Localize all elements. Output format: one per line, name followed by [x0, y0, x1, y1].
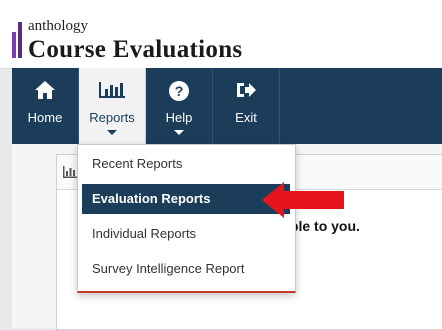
bar-chart-icon — [97, 80, 127, 105]
brand-name: anthology — [28, 18, 88, 34]
pointer-arrow-icon — [262, 182, 344, 218]
svg-text:?: ? — [175, 83, 184, 99]
logo-mark-bar — [12, 32, 16, 58]
logo-mark-bar — [18, 22, 22, 58]
nav-label: Home — [27, 110, 63, 125]
nav-label: Help — [165, 110, 193, 125]
main-navbar: Home Reports ? Help Exit — [12, 68, 442, 144]
nav-home[interactable]: Home — [12, 68, 79, 144]
menu-item-survey-intelligence-report[interactable]: Survey Intelligence Report — [82, 254, 290, 284]
menu-item-recent-reports[interactable]: Recent Reports — [82, 149, 290, 179]
nav-help[interactable]: ? Help — [146, 68, 213, 144]
bar-chart-icon — [63, 165, 77, 183]
top-header: anthology Course Evaluations — [0, 0, 442, 69]
question-circle-icon: ? — [168, 80, 190, 107]
menu-item-individual-reports[interactable]: Individual Reports — [82, 219, 290, 249]
caret-down-icon — [107, 130, 117, 135]
anthology-logo[interactable]: anthology Course Evaluations — [12, 14, 312, 63]
home-icon — [34, 80, 56, 105]
nav-label: Exit — [235, 110, 257, 125]
nav-exit[interactable]: Exit — [213, 68, 280, 144]
sign-out-icon — [235, 80, 257, 105]
nav-reports[interactable]: Reports — [79, 68, 146, 144]
nav-label: Reports — [89, 110, 135, 125]
caret-down-icon — [174, 130, 184, 135]
product-name: Course Evaluations — [28, 36, 243, 63]
menu-item-evaluation-reports[interactable]: Evaluation Reports — [82, 184, 290, 214]
